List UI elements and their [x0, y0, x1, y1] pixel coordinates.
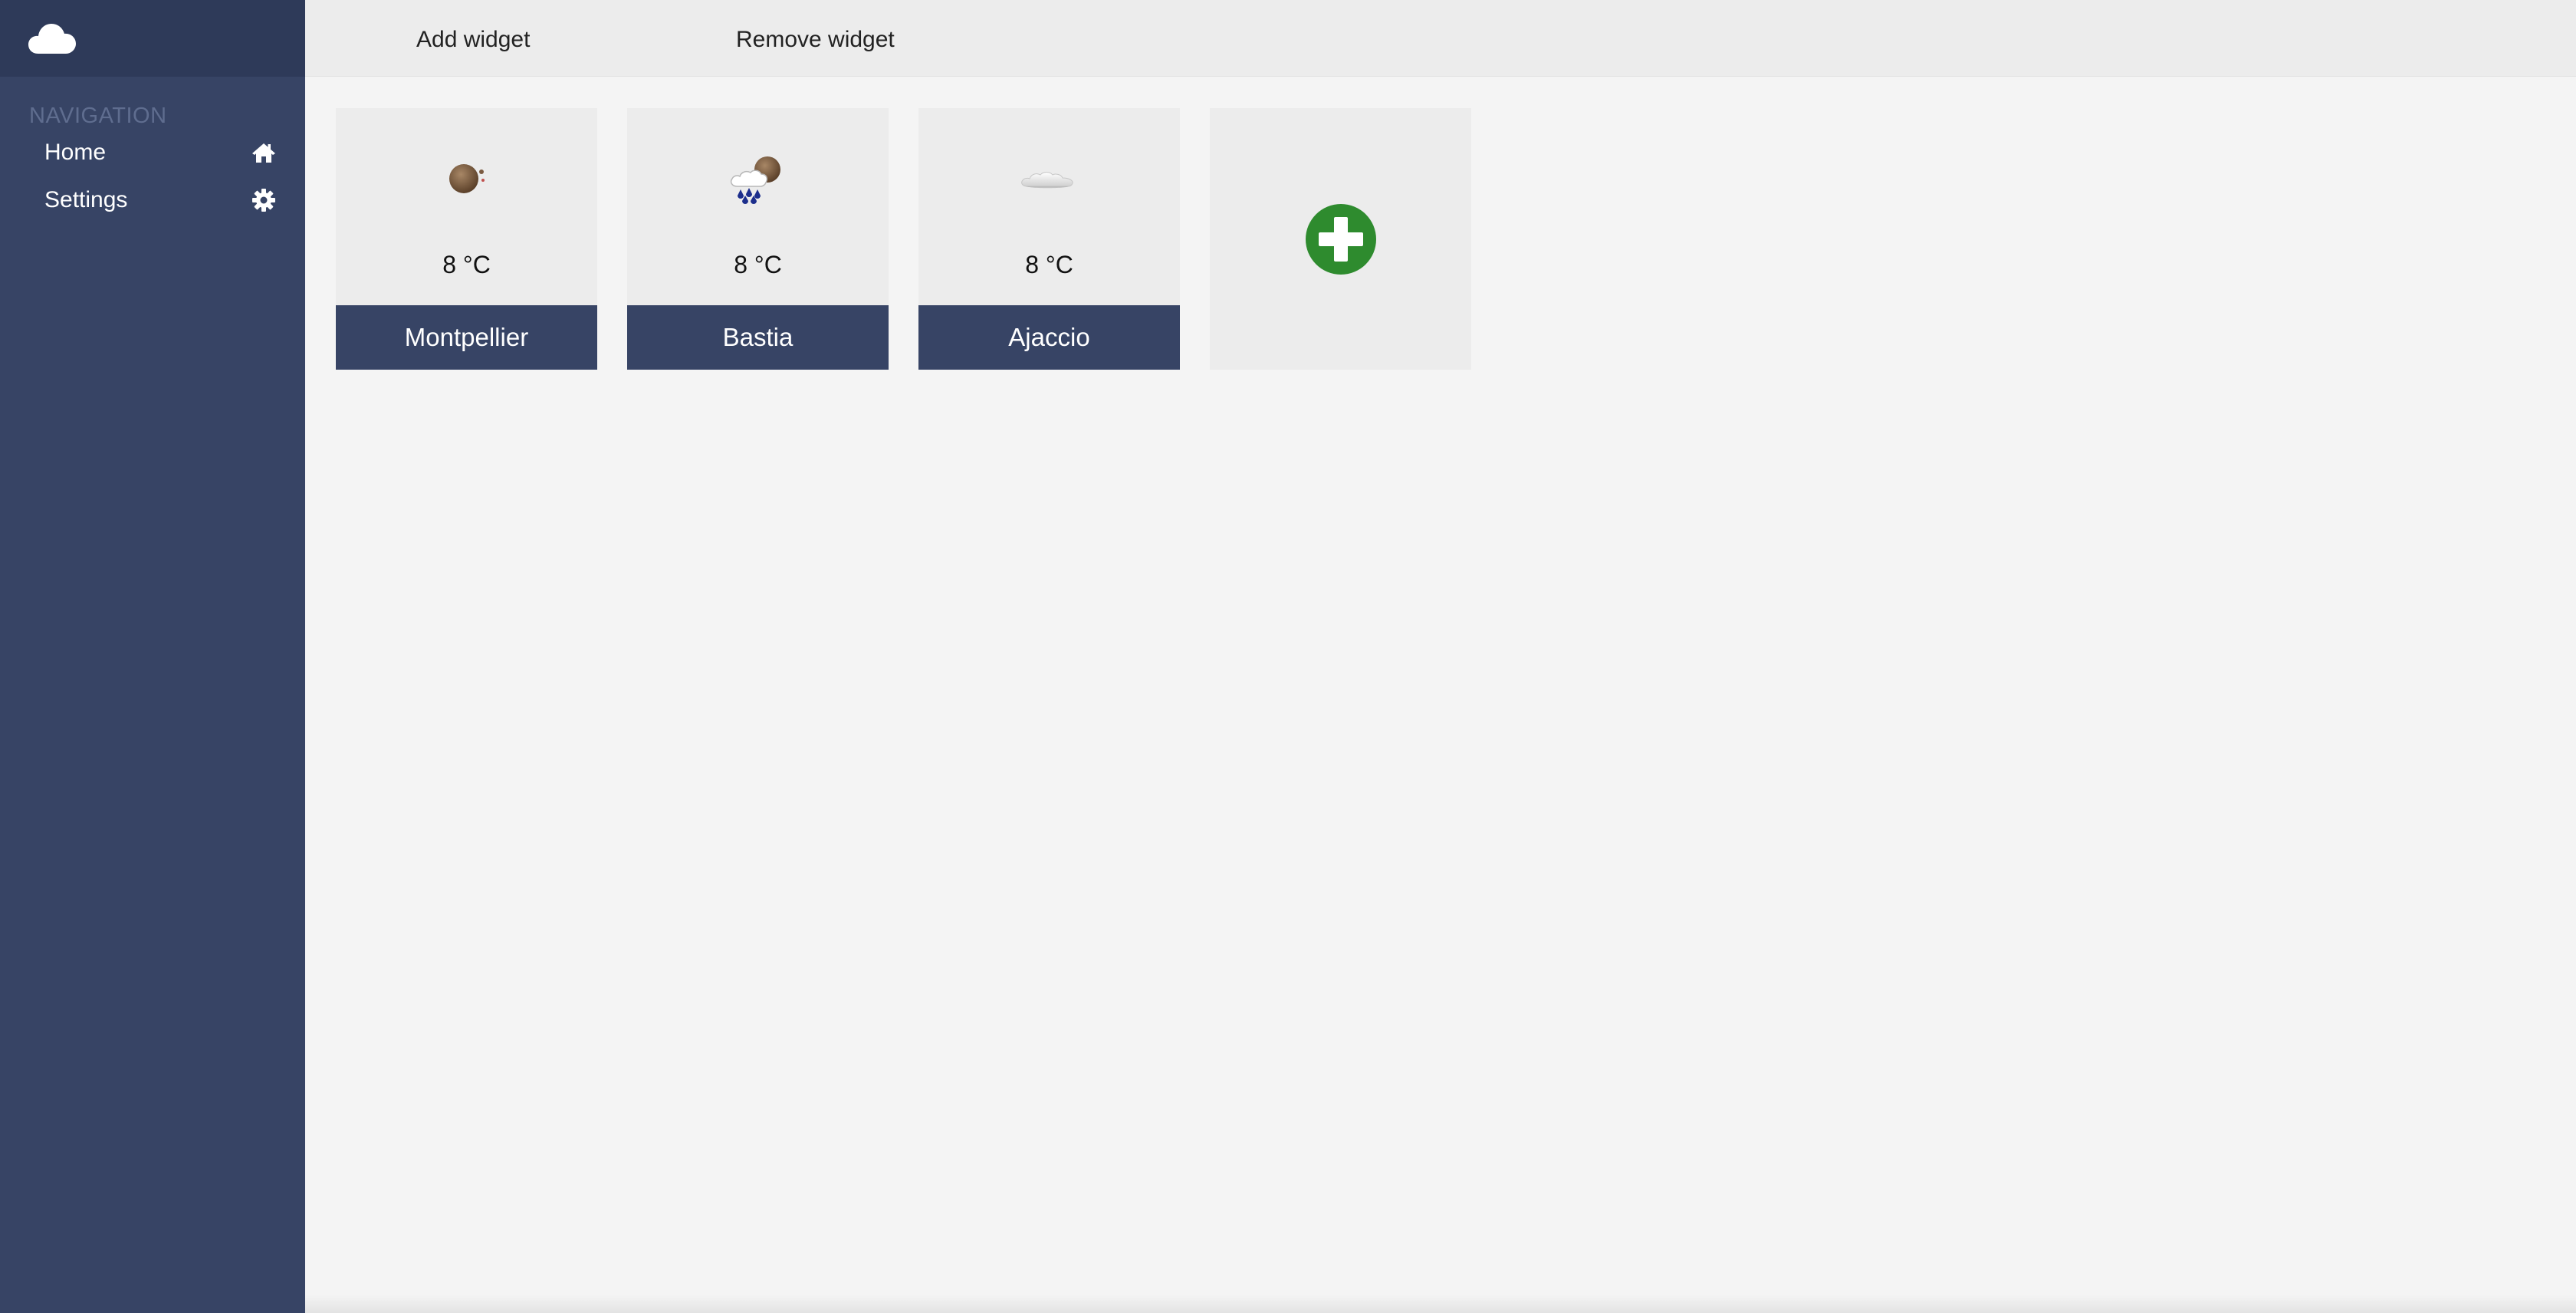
sidebar-item-label: Home [44, 140, 107, 165]
add-widget-tile[interactable] [1210, 108, 1471, 370]
city-label: Montpellier [336, 305, 597, 370]
sidebar: NAVIGATION Home Settings [0, 0, 305, 1313]
remove-widget-button[interactable]: Remove widget [736, 0, 895, 77]
city-label: Ajaccio [918, 305, 1180, 370]
temperature-value: 8 °C [442, 251, 491, 278]
sidebar-item-home[interactable]: Home [0, 129, 305, 176]
sidebar-brand[interactable] [0, 0, 305, 77]
add-widget-button[interactable]: Add widget [416, 0, 530, 77]
gear-icon [252, 189, 275, 212]
bottom-shadow [305, 1295, 2576, 1313]
home-icon [252, 143, 275, 163]
cloud-icon [1020, 172, 1073, 189]
moon-night-icon [449, 164, 485, 193]
weather-widget-ajaccio[interactable]: 8 °C Ajaccio [918, 108, 1180, 370]
temperature-value: 8 °C [734, 251, 782, 278]
top-toolbar: Add widget Remove widget [305, 0, 2576, 77]
cloud-icon[interactable] [28, 21, 77, 55]
rain-night-icon [730, 156, 780, 204]
sidebar-item-settings[interactable]: Settings [0, 176, 305, 224]
weather-widget-bastia[interactable]: 8 °C Bastia [627, 108, 889, 370]
nav-heading: NAVIGATION [29, 104, 167, 128]
add-circle-icon[interactable] [1305, 203, 1377, 275]
city-label: Bastia [627, 305, 889, 370]
sidebar-item-label: Settings [44, 187, 128, 212]
weather-widget-montpellier[interactable]: 8 °C Montpellier [336, 108, 597, 370]
temperature-value: 8 °C [1025, 251, 1073, 278]
app-root: NAVIGATION Home Settings Add widget Remo… [0, 0, 2576, 1313]
